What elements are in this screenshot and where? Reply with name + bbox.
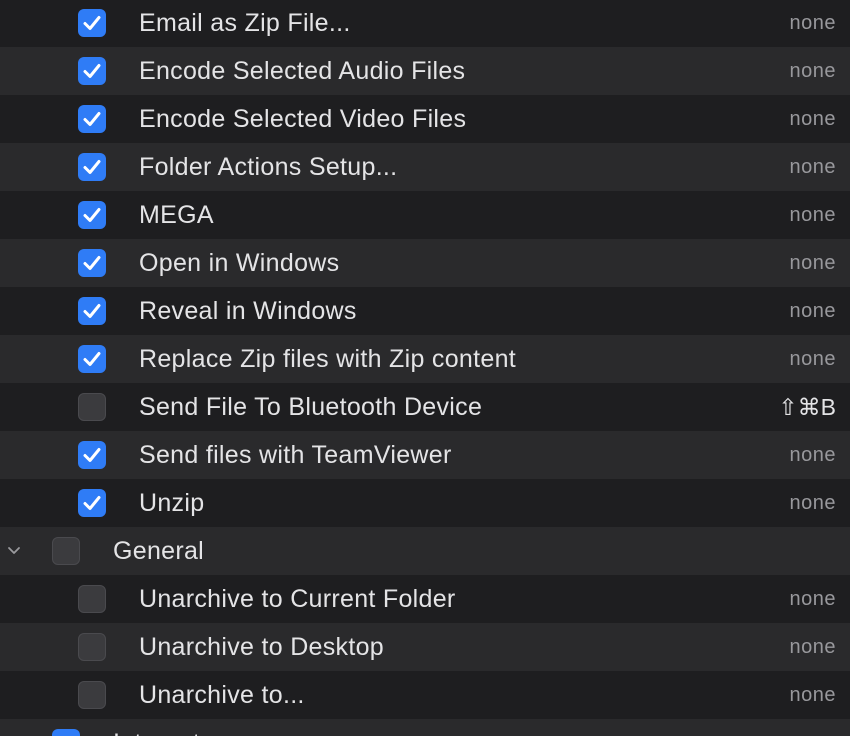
shortcut-field[interactable]: none	[790, 156, 837, 179]
service-label: Encode Selected Video Files	[139, 104, 467, 133]
enable-checkbox[interactable]	[78, 57, 106, 85]
enable-checkbox[interactable]	[78, 393, 106, 421]
service-label: Email as Zip File...	[139, 8, 351, 37]
shortcut-field[interactable]: none	[790, 636, 837, 659]
checkmark-icon	[83, 352, 101, 366]
shortcut-field[interactable]: none	[790, 492, 837, 515]
shortcut-field[interactable]: none	[790, 348, 837, 371]
service-row-unarchive-to[interactable]: Unarchive to... none	[0, 671, 850, 719]
service-label: Encode Selected Audio Files	[139, 56, 466, 85]
shortcut-field[interactable]: none	[790, 444, 837, 467]
shortcut-field[interactable]: none	[790, 588, 837, 611]
enable-checkbox[interactable]	[78, 9, 106, 37]
service-row-unzip[interactable]: Unzip none	[0, 479, 850, 527]
checkmark-icon	[83, 304, 101, 318]
shortcut-field[interactable]: none	[790, 108, 837, 131]
service-label: Unarchive to Current Folder	[139, 584, 456, 613]
service-row-send-file-to-bluetooth-device[interactable]: Send File To Bluetooth Device ⇧⌘B	[0, 383, 850, 431]
service-row-encode-selected-video-files[interactable]: Encode Selected Video Files none	[0, 95, 850, 143]
service-row-replace-zip-files-with-zip-content[interactable]: Replace Zip files with Zip content none	[0, 335, 850, 383]
checkmark-icon	[83, 208, 101, 222]
shortcut-field[interactable]: ⇧⌘B	[778, 394, 836, 421]
service-label: Unarchive to Desktop	[139, 632, 385, 661]
service-row-send-files-with-teamviewer[interactable]: Send files with TeamViewer none	[0, 431, 850, 479]
service-row-folder-actions-setup[interactable]: Folder Actions Setup... none	[0, 143, 850, 191]
enable-checkbox[interactable]	[78, 489, 106, 517]
service-row-open-in-windows[interactable]: Open in Windows none	[0, 239, 850, 287]
enable-checkbox[interactable]	[52, 729, 80, 736]
enable-checkbox[interactable]	[78, 585, 106, 613]
shortcut-field[interactable]: none	[790, 684, 837, 707]
service-label: Replace Zip files with Zip content	[139, 344, 517, 373]
shortcut-field[interactable]: none	[790, 300, 837, 323]
enable-checkbox[interactable]	[78, 441, 106, 469]
checkmark-icon	[83, 256, 101, 270]
enable-checkbox[interactable]	[78, 345, 106, 373]
checkmark-icon	[83, 496, 101, 510]
enable-checkbox[interactable]	[78, 105, 106, 133]
service-row-unarchive-to-desktop[interactable]: Unarchive to Desktop none	[0, 623, 850, 671]
category-row-general[interactable]: General	[0, 527, 850, 575]
enable-checkbox[interactable]	[78, 297, 106, 325]
shortcut-field[interactable]: none	[790, 60, 837, 83]
enable-checkbox[interactable]	[78, 681, 106, 709]
service-label: Open in Windows	[139, 248, 340, 277]
enable-checkbox[interactable]	[78, 633, 106, 661]
checkmark-icon	[83, 16, 101, 30]
category-label: General	[113, 536, 205, 565]
service-label: Unzip	[139, 488, 205, 517]
service-label: Send files with TeamViewer	[139, 440, 452, 469]
enable-checkbox[interactable]	[78, 153, 106, 181]
service-label: Send File To Bluetooth Device	[139, 392, 483, 421]
service-row-encode-selected-audio-files[interactable]: Encode Selected Audio Files none	[0, 47, 850, 95]
enable-checkbox[interactable]	[78, 249, 106, 277]
category-row-internet[interactable]: Internet	[0, 719, 850, 736]
checkmark-icon	[83, 112, 101, 126]
service-label: Unarchive to...	[139, 680, 305, 709]
shortcut-field[interactable]: none	[790, 12, 837, 35]
service-row-email-as-zip-file[interactable]: Email as Zip File... none	[0, 0, 850, 47]
enable-checkbox[interactable]	[52, 537, 80, 565]
checkmark-icon	[83, 448, 101, 462]
service-label: Reveal in Windows	[139, 296, 357, 325]
service-row-unarchive-to-current-folder[interactable]: Unarchive to Current Folder none	[0, 575, 850, 623]
shortcut-field[interactable]: none	[790, 204, 837, 227]
service-row-mega[interactable]: MEGA none	[0, 191, 850, 239]
shortcut-field[interactable]: none	[790, 252, 837, 275]
checkmark-icon	[83, 160, 101, 174]
enable-checkbox[interactable]	[78, 201, 106, 229]
category-label: Internet	[113, 729, 200, 736]
service-label: MEGA	[139, 200, 214, 229]
services-shortcut-list: Email as Zip File... none Encode Selected …	[0, 0, 850, 736]
checkmark-icon	[83, 64, 101, 78]
service-row-reveal-in-windows[interactable]: Reveal in Windows none	[0, 287, 850, 335]
chevron-down-icon[interactable]	[4, 541, 24, 561]
service-label: Folder Actions Setup...	[139, 152, 398, 181]
